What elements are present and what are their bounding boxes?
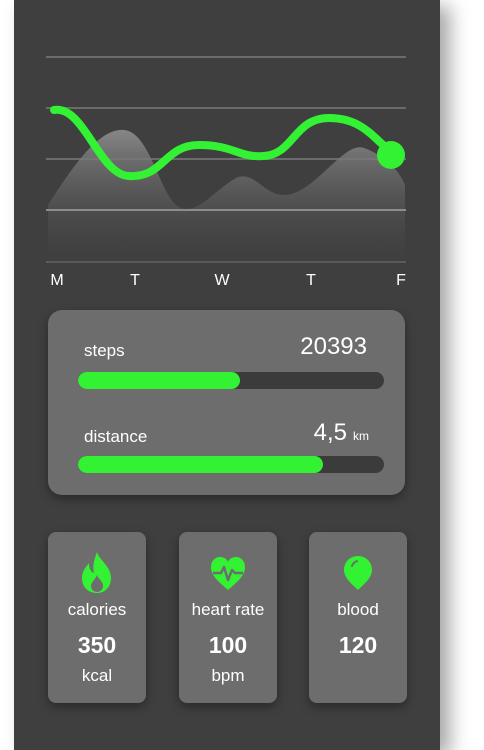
blood-value: 120 <box>338 632 378 658</box>
calories-tile[interactable]: calories 350 kcal <box>48 532 146 703</box>
distance-label: distance <box>84 427 148 446</box>
flame-icon <box>48 550 146 594</box>
steps-label: steps <box>84 341 125 360</box>
heart-rate-tile[interactable]: heart rate 100 bpm <box>179 532 277 703</box>
app-screen: M T W T F steps 20393 distance 4,5 km cal… <box>14 0 440 750</box>
day-label-mon: M <box>50 272 64 289</box>
heart-rate-label: heart rate <box>191 600 265 619</box>
calories-label: calories <box>67 600 127 619</box>
distance-value-group: 4,5 km <box>314 419 369 447</box>
blood-label: blood <box>337 600 379 619</box>
day-label-fri: F <box>396 272 406 289</box>
distance-progress-bar <box>78 456 384 473</box>
distance-unit: km <box>353 429 369 443</box>
heart-rate-value: 100 <box>208 632 248 658</box>
steps-progress-bar <box>78 372 384 389</box>
heart-rate-unit: bpm <box>211 666 245 685</box>
progress-card: steps 20393 distance 4,5 km <box>48 310 405 495</box>
steps-value: 20393 <box>300 333 367 360</box>
steps-progress-fill <box>78 372 241 389</box>
trend-end-point[interactable] <box>377 141 405 169</box>
day-label-tue: T <box>130 272 140 289</box>
blood-tile[interactable]: blood 120 <box>309 532 407 703</box>
heart-pulse-icon <box>179 550 277 594</box>
weekly-activity-chart <box>46 56 406 263</box>
distance-progress-fill <box>78 456 323 473</box>
distance-value: 4,5 <box>313 419 347 446</box>
day-label-thu: T <box>306 272 316 289</box>
calories-unit: kcal <box>81 666 113 685</box>
day-label-wed: W <box>214 272 230 289</box>
blood-drop-icon <box>309 550 407 594</box>
calories-value: 350 <box>77 632 117 658</box>
